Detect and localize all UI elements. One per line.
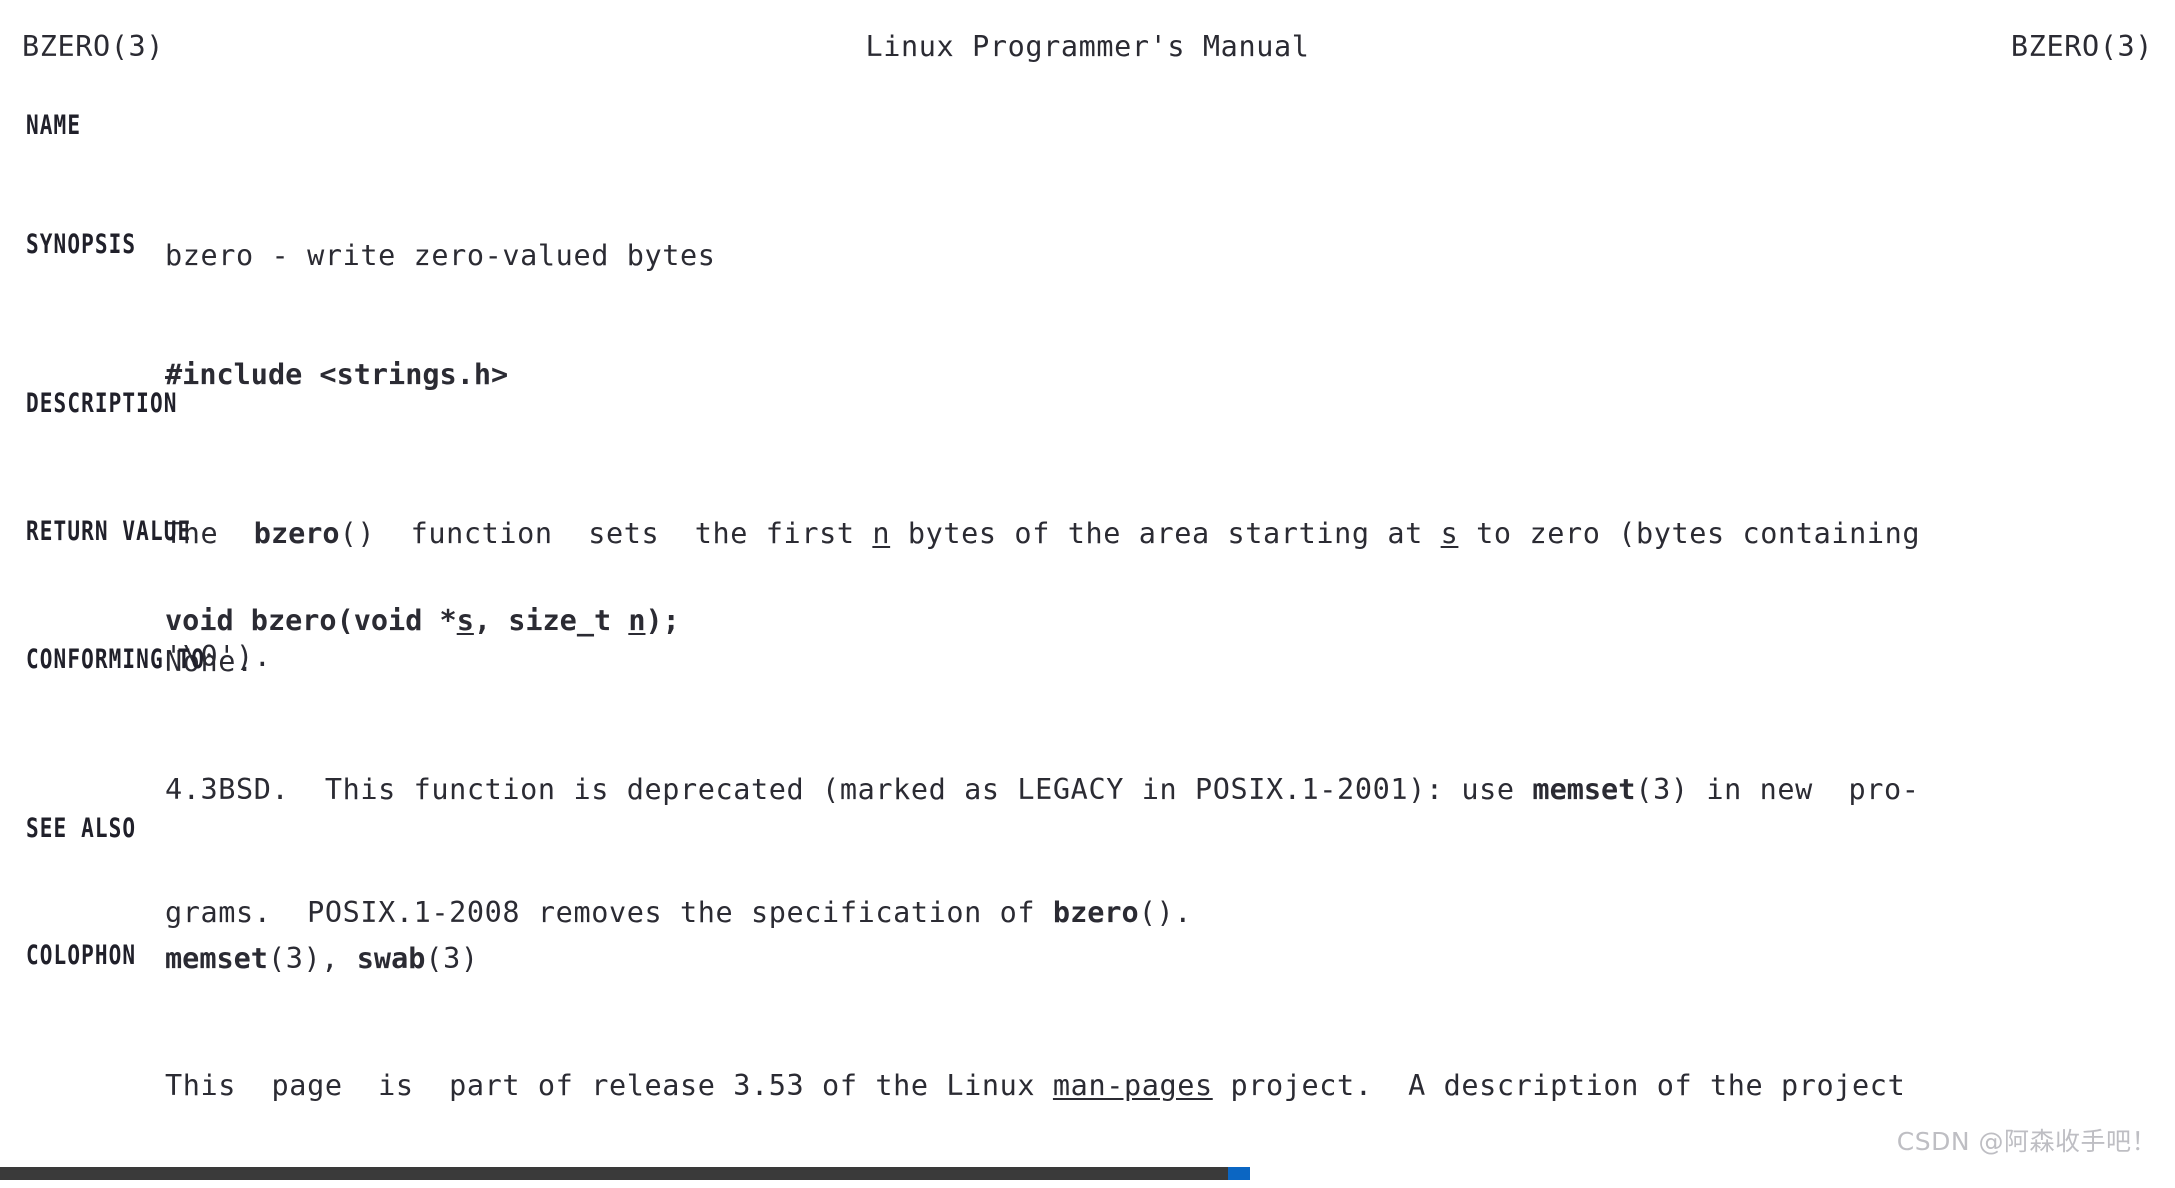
desc-param-n: n — [872, 517, 891, 550]
section-heading-name: NAME — [26, 110, 82, 141]
synopsis-include-line: #include <strings.h> — [165, 358, 509, 391]
description-line-1: The bzero() function sets the first n by… — [165, 513, 2175, 554]
section-body-colophon: This page is part of release 3.53 of the… — [165, 983, 2175, 1188]
horizontal-scrollbar[interactable] — [0, 1167, 2175, 1180]
desc-part-c: bytes of the area starting at — [890, 517, 1441, 550]
desc-param-s: s — [1440, 517, 1459, 550]
name-description-line: bzero - write zero-valued bytes — [165, 239, 716, 272]
scrollbar-track[interactable] — [0, 1167, 1250, 1180]
colophon-man-pages: man-pages — [1052, 1069, 1213, 1102]
see-also-swab-sec: (3) — [425, 942, 479, 975]
colophon-line-1: This page is part of release 3.53 of the… — [165, 1065, 2175, 1106]
desc-part-d: to zero (bytes containing — [1458, 517, 1921, 550]
scrollbar-thumb[interactable] — [1228, 1167, 1250, 1180]
conf-part-a: 4.3BSD. This function is deprecated (mar… — [165, 773, 1533, 806]
colophon-part-a: This page is part of release 3.53 of the… — [165, 1069, 1053, 1102]
desc-part-b: () function sets the first — [339, 517, 873, 550]
man-header: BZERO(3) Linux Programmer's Manual BZERO… — [0, 26, 2175, 67]
return-value-line: None. — [165, 645, 254, 678]
conforming-line-1: 4.3BSD. This function is deprecated (mar… — [165, 769, 2175, 810]
section-heading-conforming-to: CONFORMING TO — [26, 644, 206, 675]
section-heading-description: DESCRIPTION — [26, 388, 178, 419]
section-heading-return-value: RETURN VALUE — [26, 516, 192, 547]
see-also-swab[interactable]: swab — [357, 942, 426, 975]
man-page: BZERO(3) Linux Programmer's Manual BZERO… — [0, 0, 2175, 1180]
colophon-part-b: project. A description of the project — [1212, 1069, 1906, 1102]
conf-part-b: (3) in new pro- — [1635, 773, 1920, 806]
section-heading-synopsis: SYNOPSIS — [26, 229, 137, 260]
see-also-memset[interactable]: memset — [165, 942, 268, 975]
header-left-title: BZERO(3) — [22, 30, 165, 63]
desc-bzero: bzero — [253, 517, 340, 550]
header-center-title: Linux Programmer's Manual — [865, 30, 1310, 63]
see-also-line: memset(3), swab(3) — [165, 938, 2175, 979]
see-also-memset-sec: (3), — [267, 942, 357, 975]
section-heading-see-also: SEE ALSO — [26, 813, 137, 844]
header-right-title: BZERO(3) — [2010, 30, 2153, 63]
conf-memset: memset — [1532, 773, 1636, 806]
section-heading-colophon: COLOPHON — [26, 940, 137, 971]
